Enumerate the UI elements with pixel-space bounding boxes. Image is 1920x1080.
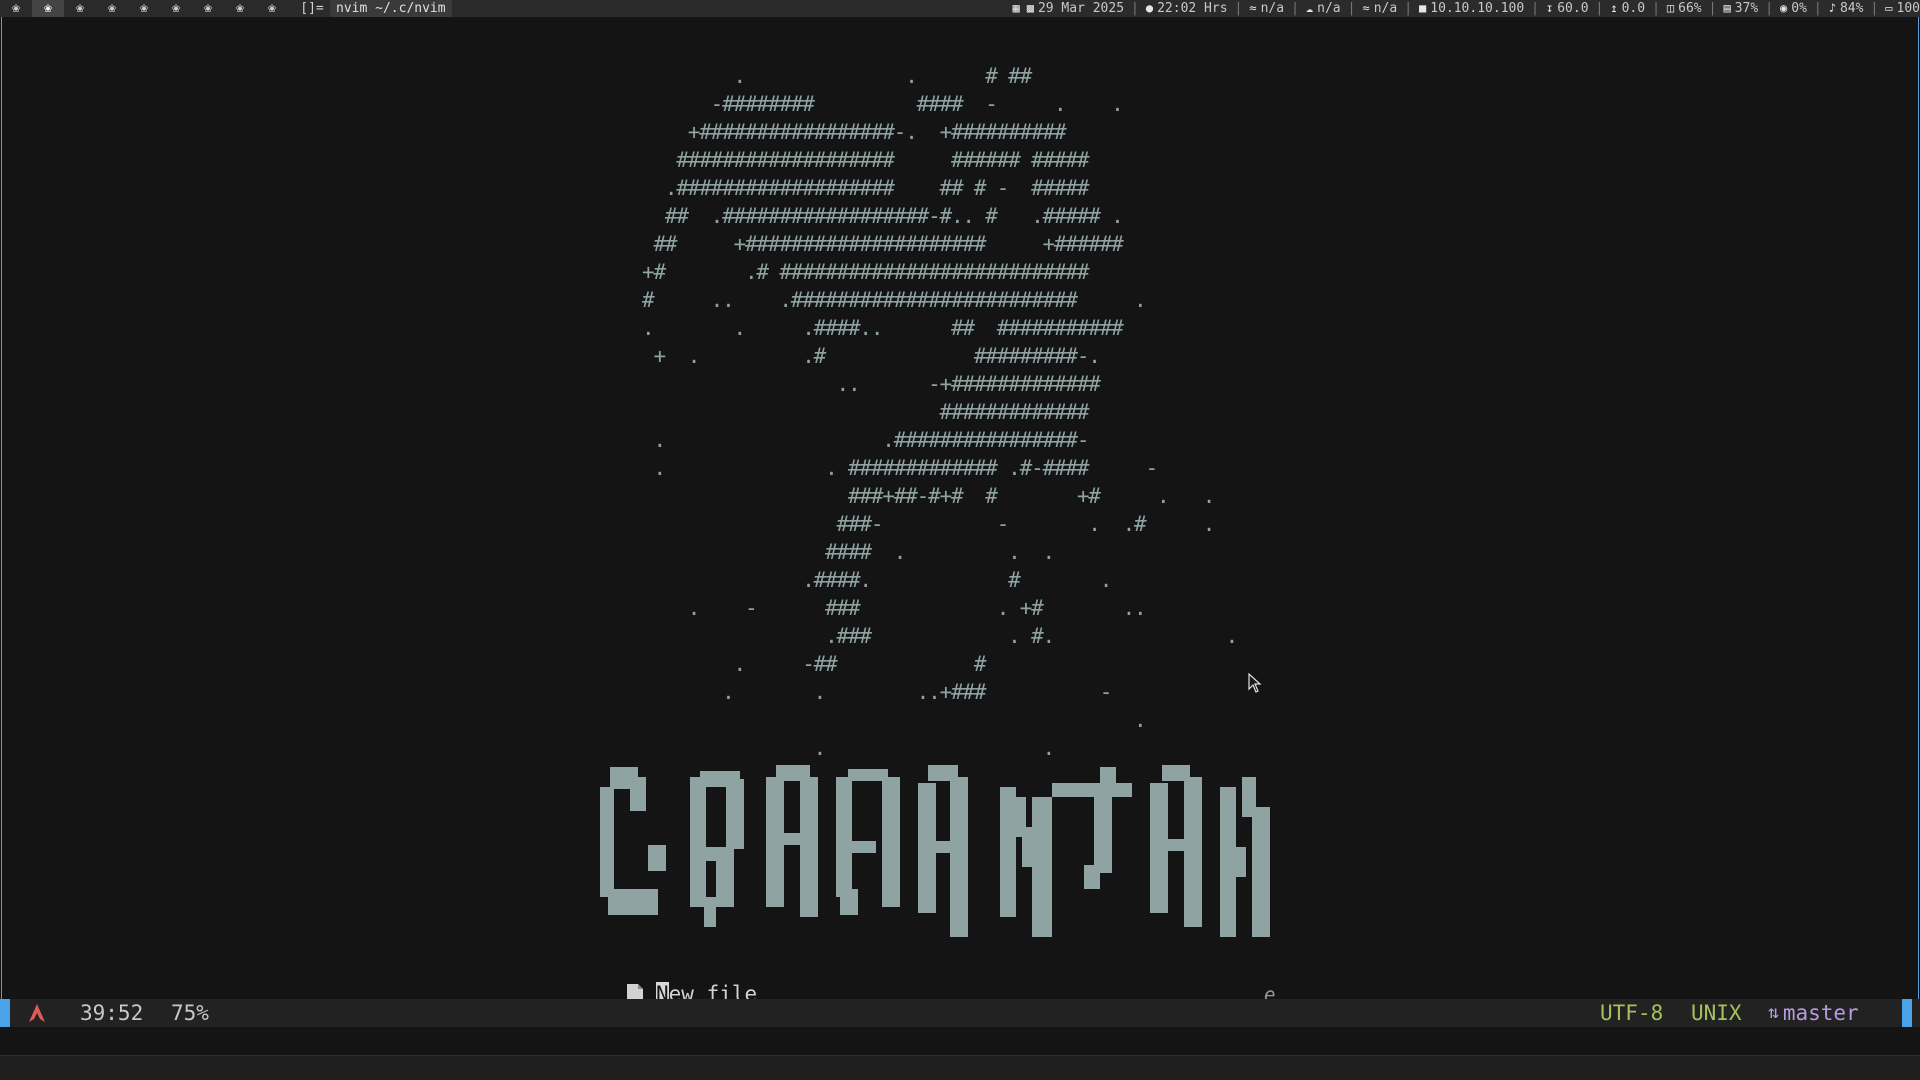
database-icon: ◫ (1666, 1, 1675, 15)
separator: | (1765, 1, 1774, 16)
cpu-icon: ◉ (1780, 1, 1788, 15)
time-module: ● 22:02 Hrs (1146, 0, 1228, 17)
bird-icon[interactable]: ❀ (96, 0, 128, 17)
clock-icon: ● (1145, 1, 1154, 15)
separator: | (1291, 1, 1299, 16)
separator: | (1131, 1, 1139, 16)
disk-module: ◫ 66% (1667, 0, 1702, 17)
separator: | (1347, 1, 1356, 16)
cpu-module: ◉ 0% (1780, 0, 1807, 17)
cpu-text: 0% (1791, 1, 1807, 16)
logo-letters (600, 765, 1270, 937)
git-branch-icon: ⇅ (1768, 1002, 1779, 1023)
memory-icon: ▤ (1723, 1, 1731, 15)
battery-icon: ▭ (1885, 1, 1893, 15)
upload-icon: ↥ (1610, 1, 1618, 15)
dashboard-ascii-art: . . # ## -######## #### - . . +#########… (642, 64, 1238, 760)
separator: | (1870, 1, 1879, 16)
download-text: 60.0 (1557, 1, 1589, 16)
bird-icon[interactable]: ❀ (128, 0, 160, 17)
upload-text: 0.0 (1621, 1, 1646, 16)
separator: | (1595, 1, 1604, 16)
git-branch-name: master (1782, 1001, 1859, 1025)
bird-icon[interactable]: ❀ (192, 0, 224, 17)
workspace-list: ❀ ❀ ❀ ❀ ❀ ❀ ❀ ❀ ❀ (0, 0, 288, 17)
volume-icon: ♪ (1828, 1, 1836, 15)
calendar-grid-icon: ▦ (1012, 1, 1020, 15)
bird-icon[interactable]: ❀ (0, 0, 32, 17)
mode-indicator-right (1902, 999, 1912, 1027)
scroll-percent: 75% (171, 1001, 209, 1025)
separator: | (1234, 1, 1243, 16)
bluetooth-text: n/a (1317, 1, 1341, 16)
separator: | (1813, 1, 1822, 16)
layout-indicator[interactable]: []= (296, 0, 328, 17)
top-bar: ❀ ❀ ❀ ❀ ❀ ❀ ❀ ❀ ❀ []= nvim ~/.c/nvim ▦ ▩ 29 Mar … (0, 0, 1920, 17)
separator: | (1708, 1, 1717, 16)
bird-icon[interactable]: ❀ (224, 0, 256, 17)
separator: | (1404, 1, 1413, 16)
signal-icon: ≈ (1362, 1, 1370, 15)
separator: | (1531, 1, 1539, 16)
cursor-position: 39:52 (80, 1001, 144, 1025)
disk-text: 66% (1678, 1, 1702, 16)
calendar-module[interactable]: ▦ (1012, 0, 1019, 17)
memory-text: 37% (1734, 1, 1759, 16)
battery-module: ▭ 100 (1885, 0, 1920, 17)
wifi-icon: ≈ (1249, 1, 1257, 15)
ip-text: 10.10.10.100 (1430, 1, 1525, 16)
ethernet-icon: ■ (1419, 1, 1427, 15)
download-icon: ↧ (1546, 1, 1554, 15)
status-modules: ▦ ▩ 29 Mar 2025 | ● 22:02 Hrs | ≈ n/a | … (1012, 0, 1920, 17)
mouse-pointer-icon (1248, 673, 1262, 693)
bird-icon[interactable]: ❀ (256, 0, 288, 17)
network-text: n/a (1373, 1, 1398, 16)
git-branch: ⇅ master (1768, 999, 1859, 1027)
calendar-icon: ▩ (1026, 1, 1034, 15)
dashboard-logo (600, 757, 1320, 937)
battery-text: 100 (1896, 1, 1920, 16)
upload-module: ↥ 0.0 (1610, 0, 1645, 17)
bluetooth-module: ☁ n/a (1306, 0, 1341, 17)
file-format: UNIX (1691, 1001, 1742, 1025)
window-title: nvim ~/.c/nvim (330, 0, 452, 17)
volume-module[interactable]: ♪ 84% (1829, 0, 1864, 17)
volume-text: 84% (1839, 1, 1864, 16)
nvim-editor[interactable]: . . # ## -######## #### - . . +#########… (1, 17, 1919, 1006)
wifi-module: ≈ n/a (1249, 0, 1284, 17)
memory-module: ▤ 37% (1723, 0, 1758, 17)
bird-icon[interactable]: ❀ (64, 0, 96, 17)
ip-module: ■ 10.10.10.100 (1419, 0, 1524, 17)
network-module: ≈ n/a (1362, 0, 1397, 17)
separator: | (1652, 1, 1660, 16)
nvim-statusline: 39:52 75% UTF-8 UNIX ⇅ master (0, 999, 1920, 1027)
arch-linux-icon (29, 1004, 45, 1022)
bluetooth-icon: ☁ (1305, 1, 1314, 15)
mode-indicator-left (0, 999, 10, 1027)
file-encoding: UTF-8 (1600, 1001, 1664, 1025)
date-text: 29 Mar 2025 (1037, 1, 1125, 16)
wifi-text: n/a (1260, 1, 1285, 16)
date-module: ▩ 29 Mar 2025 (1027, 0, 1124, 17)
time-text: 22:02 Hrs (1157, 1, 1228, 16)
bottom-strip (0, 1055, 1920, 1080)
download-module: ↧ 60.0 (1546, 0, 1589, 17)
bird-icon[interactable]: ❀ (32, 0, 64, 17)
bird-icon[interactable]: ❀ (160, 0, 192, 17)
command-line[interactable] (0, 1027, 1920, 1055)
